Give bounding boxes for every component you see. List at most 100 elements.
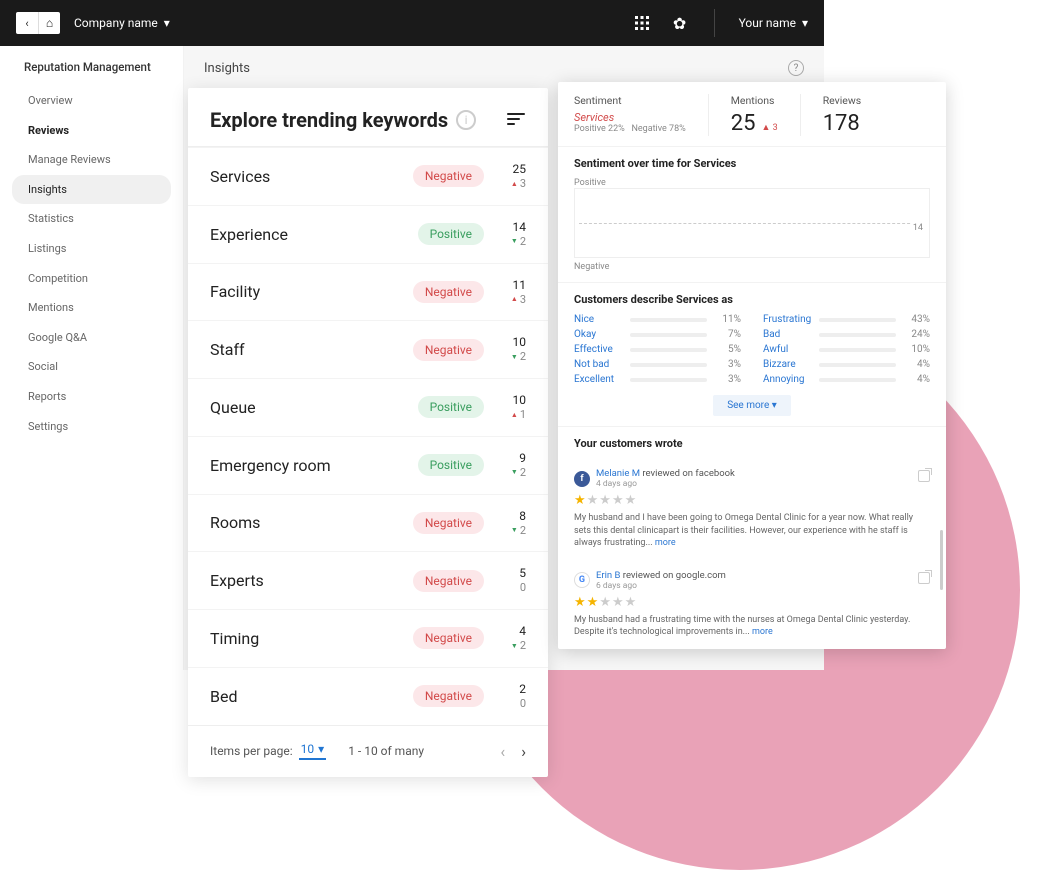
company-dropdown[interactable]: Company name ▾ — [74, 16, 170, 30]
describe-word[interactable]: Okay — [574, 329, 624, 340]
keyword-name: Facility — [210, 282, 413, 301]
sidebar-item-insights[interactable]: Insights — [12, 175, 171, 205]
review-author: Erin B reviewed on google.com — [596, 570, 726, 581]
company-name: Company name — [74, 16, 158, 30]
keyword-stats: 10▼ 2 — [498, 335, 526, 364]
sidebar-item-reports[interactable]: Reports — [0, 382, 183, 412]
mentions-label: Mentions — [731, 94, 778, 107]
chevron-down-icon: ▾ — [318, 742, 324, 756]
describe-bar — [630, 363, 707, 367]
describe-bar — [819, 378, 896, 382]
keyword-row[interactable]: RoomsNegative8▼ 2 — [188, 494, 548, 552]
help-icon[interactable]: ? — [788, 60, 804, 76]
chart-axis-negative: Negative — [574, 262, 930, 272]
describe-row: Effective5% — [574, 344, 741, 355]
review-more-link[interactable]: more — [655, 538, 676, 548]
keyword-row[interactable]: QueuePositive10▲ 1 — [188, 378, 548, 436]
describe-row: Nice 11% — [574, 314, 741, 325]
sentiment-keyword: Services — [574, 111, 686, 124]
sidebar-item-listings[interactable]: Listings — [0, 234, 183, 264]
pager-prev[interactable]: ‹ — [500, 742, 505, 761]
describe-row: Not bad 3% — [574, 359, 741, 370]
keyword-name: Bed — [210, 687, 413, 706]
keyword-name: Staff — [210, 340, 413, 359]
describe-pct: 10% — [902, 344, 930, 355]
review-more-link[interactable]: more — [752, 627, 773, 637]
keyword-row[interactable]: FacilityNegative11▲ 3 — [188, 263, 548, 321]
scrollbar-thumb[interactable] — [940, 530, 943, 590]
nav-home-button[interactable]: ⌂ — [38, 12, 60, 34]
keyword-row[interactable]: ServicesNegative25▲ 3 — [188, 147, 548, 205]
pager-range: 1 - 10 of many — [348, 744, 424, 758]
keyword-row[interactable]: StaffNegative10▼ 2 — [188, 320, 548, 378]
user-dropdown[interactable]: Your name ▾ — [739, 16, 808, 30]
source-avatar-icon: G — [574, 572, 590, 588]
describe-pct: 7% — [713, 329, 741, 340]
sidebar-item-competition[interactable]: Competition — [0, 264, 183, 294]
describe-pct: 4% — [902, 374, 930, 385]
keyword-name: Experience — [210, 225, 418, 244]
review-time: 6 days ago — [596, 581, 726, 591]
keyword-name: Queue — [210, 398, 418, 417]
sidebar-item-settings[interactable]: Settings — [0, 412, 183, 442]
describe-bar — [630, 333, 707, 337]
sidebar-item-statistics[interactable]: Statistics — [0, 204, 183, 234]
describe-bar — [819, 333, 896, 337]
keyword-name: Experts — [210, 571, 413, 590]
apps-icon[interactable] — [632, 13, 652, 33]
sidebar-item-google-q&a[interactable]: Google Q&A — [0, 323, 183, 353]
describe-title: Customers describe Services as — [574, 293, 930, 306]
keyword-stats: 10▲ 1 — [498, 393, 526, 422]
describe-word[interactable]: Frustrating — [763, 314, 813, 325]
info-icon[interactable]: i — [456, 110, 476, 130]
sentiment-badge: Negative — [413, 685, 484, 707]
keyword-name: Services — [210, 167, 413, 186]
ipp-select[interactable]: 10 ▾ — [299, 742, 327, 760]
describe-word[interactable]: Annoying — [763, 374, 813, 385]
describe-row: Frustrating43% — [763, 314, 930, 325]
keyword-stats: 25▲ 3 — [498, 162, 526, 191]
pager-next[interactable]: › — [521, 742, 526, 761]
topbar: ‹ ⌂ Company name ▾ ✿ Your name ▾ — [0, 0, 824, 46]
page-title: Insights — [204, 61, 250, 76]
open-external-icon[interactable] — [918, 470, 930, 482]
keyword-stats: 8▼ 2 — [498, 509, 526, 538]
keyword-row[interactable]: TimingNegative4▼ 2 — [188, 609, 548, 667]
open-external-icon[interactable] — [918, 572, 930, 584]
describe-pct: 11% — [713, 314, 741, 325]
describe-word[interactable]: Nice — [574, 314, 624, 325]
chart-data-label: 14 — [911, 223, 925, 233]
nav-back-button[interactable]: ‹ — [16, 12, 38, 34]
keyword-stats: 5 0 — [498, 566, 526, 595]
keyword-stats: 14▼ 2 — [498, 220, 526, 249]
sidebar-item-manage-reviews[interactable]: Manage Reviews — [0, 145, 183, 175]
customers-wrote-title: Your customers wrote — [574, 437, 930, 450]
sidebar-item-reviews[interactable]: Reviews — [0, 116, 183, 146]
describe-word[interactable]: Bizzare — [763, 359, 813, 370]
review-body: My husband had a frustrating time with t… — [574, 614, 930, 639]
keyword-row[interactable]: Emergency roomPositive9▼ 2 — [188, 436, 548, 494]
keyword-row[interactable]: ExpertsNegative5 0 — [188, 551, 548, 609]
describe-word[interactable]: Bad — [763, 329, 813, 340]
keyword-row[interactable]: BedNegative2 0 — [188, 667, 548, 725]
sidebar-item-mentions[interactable]: Mentions — [0, 293, 183, 323]
sort-icon[interactable] — [506, 110, 526, 131]
gear-icon[interactable]: ✿ — [670, 13, 690, 33]
describe-word[interactable]: Excellent — [574, 374, 624, 385]
describe-pct: 3% — [713, 359, 741, 370]
describe-word[interactable]: Effective — [574, 344, 624, 355]
sidebar-item-overview[interactable]: Overview — [0, 86, 183, 116]
review-item: fMelanie M reviewed on facebook4 days ag… — [558, 458, 946, 560]
describe-row: Excellent3% — [574, 374, 741, 385]
mentions-delta: ▲ 3 — [761, 122, 777, 133]
keyword-row[interactable]: ExperiencePositive14▼ 2 — [188, 205, 548, 263]
keywords-panel: Explore trending keywords i ServicesNega… — [188, 88, 548, 777]
chart-axis-positive: Positive — [574, 178, 930, 188]
describe-word[interactable]: Not bad — [574, 359, 624, 370]
mentions-value: 25 — [731, 111, 756, 136]
sidebar-item-social[interactable]: Social — [0, 352, 183, 382]
see-more-button[interactable]: See more ▾ — [713, 395, 791, 416]
describe-word[interactable]: Awful — [763, 344, 813, 355]
describe-bar — [819, 318, 896, 322]
describe-bar — [819, 363, 896, 367]
